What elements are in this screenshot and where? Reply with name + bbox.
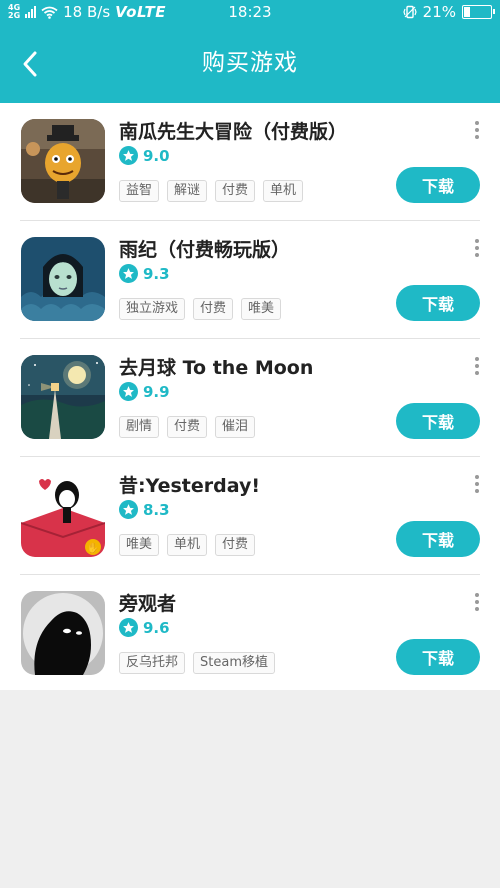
tag[interactable]: 付费 [167,416,208,438]
star-icon [119,264,138,283]
tag[interactable]: 剧情 [119,416,160,438]
rating-value: 9.0 [143,146,170,165]
tag-list: 独立游戏 付费 唯美 [119,298,282,320]
app-header: 4G 2G 18 B/s VoLTE 18:23 21% 购买游戏 [0,0,500,103]
yesterday-girl-icon[interactable]: ✋ [21,473,105,557]
tag[interactable]: Steam移植 [193,652,275,674]
download-button[interactable]: 下载 [396,521,480,557]
more-options-icon[interactable] [470,239,484,263]
tag[interactable]: 独立游戏 [119,298,186,320]
game-title: 旁观者 [119,593,177,615]
tag[interactable]: 解谜 [167,180,208,202]
rating-value: 8.3 [143,500,170,519]
tag[interactable]: 反乌托邦 [119,652,186,674]
battery-percent: 21% [422,3,456,21]
status-right: 21% [403,3,495,21]
tag[interactable]: 唯美 [241,298,282,320]
download-button[interactable]: 下载 [396,167,480,203]
list-item[interactable]: 雨纪（付费畅玩版） 9.3 独立游戏 付费 唯美 下载 [0,221,500,339]
download-button[interactable]: 下载 [396,403,480,439]
rating-value: 9.9 [143,382,170,401]
list-item[interactable]: ✋ 昔:Yesterday! 8.3 唯美 单机 付费 下载 [0,457,500,575]
game-title: 去月球 To the Moon [119,357,314,379]
more-options-icon[interactable] [470,593,484,617]
game-title: 昔:Yesterday! [119,475,261,497]
rating-value: 9.6 [143,618,170,637]
rating: 9.6 [119,618,170,637]
game-title: 雨纪（付费畅玩版） [119,239,291,261]
tag-list: 剧情 付费 催泪 [119,416,256,438]
list-item[interactable]: 南瓜先生大冒险（付费版） 9.0 益智 解谜 付费 单机 下载 [0,103,500,221]
tag[interactable]: 付费 [193,298,234,320]
game-title: 南瓜先生大冒险（付费版） [119,121,348,143]
more-options-icon[interactable] [470,121,484,145]
more-options-icon[interactable] [470,475,484,499]
more-options-icon[interactable] [470,357,484,381]
rating: 8.3 [119,500,170,519]
list-item[interactable]: 旁观者 9.6 反乌托邦 Steam移植 下载 [0,575,500,693]
download-button[interactable]: 下载 [396,285,480,321]
star-icon [119,146,138,165]
download-button[interactable]: 下载 [396,639,480,675]
rating-value: 9.3 [143,264,170,283]
battery-icon [462,5,495,19]
moon-lighthouse-icon[interactable] [21,355,105,439]
tag[interactable]: 单机 [263,180,304,202]
list-item[interactable]: 去月球 To the Moon 9.9 剧情 付费 催泪 下载 [0,339,500,457]
rating: 9.9 [119,382,170,401]
tag[interactable]: 付费 [215,180,256,202]
star-icon [119,618,138,637]
vibrate-icon [403,5,417,19]
tag[interactable]: 唯美 [119,534,160,556]
svg-text:✋: ✋ [87,541,99,554]
tag[interactable]: 付费 [215,534,256,556]
tag-list: 益智 解谜 付费 单机 [119,180,304,202]
tag[interactable]: 益智 [119,180,160,202]
star-icon [119,382,138,401]
tag[interactable]: 单机 [167,534,208,556]
shadow-figure-icon[interactable] [21,591,105,675]
rating: 9.0 [119,146,170,165]
tag[interactable]: 催泪 [215,416,256,438]
status-bar: 4G 2G 18 B/s VoLTE 18:23 21% [0,0,500,26]
page-title: 购买游戏 [202,50,298,76]
star-icon [119,500,138,519]
pumpkin-man-icon[interactable] [21,119,105,203]
rain-girl-icon[interactable] [21,237,105,321]
game-list: 南瓜先生大冒险（付费版） 9.0 益智 解谜 付费 单机 下载 雨纪（付费畅玩版… [0,103,500,690]
tag-list: 唯美 单机 付费 [119,534,256,556]
tag-list: 反乌托邦 Steam移植 [119,652,275,674]
rating: 9.3 [119,264,170,283]
